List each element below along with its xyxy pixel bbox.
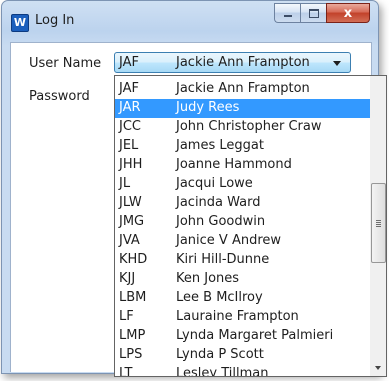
maximize-icon [308,8,319,18]
dropdown-item[interactable]: LBM Lee B McIlroy [115,289,371,308]
scroll-down-icon[interactable] [375,366,381,370]
vertical-scrollbar[interactable] [370,76,386,376]
item-code: JHH [119,157,143,172]
caption-buttons: x [274,3,370,23]
item-name: Lynda Margaret Palmieri [176,328,334,343]
item-name: Jacqui Lowe [176,176,253,191]
username-dropdown-list[interactable]: JAF Jackie Ann Frampton JAR Judy Rees JCC Joh… [114,75,387,377]
dropdown-item[interactable]: JMG John Goodwin [115,213,371,232]
item-name: Joanne Hammond [176,157,292,172]
close-icon: x [343,5,353,21]
password-label: Password [29,89,90,104]
window-title: Log In [35,13,75,28]
item-name: Jackie Ann Frampton [176,81,310,96]
item-name: Lauraine Frampton [176,309,299,324]
dropdown-item[interactable]: JEL James Leggat [115,137,371,156]
item-code: LPS [119,347,143,362]
item-name: John Christopher Craw [176,119,322,134]
dropdown-item[interactable]: JHH Joanne Hammond [115,156,371,175]
item-code: JMG [119,214,145,229]
scrollbar-thumb[interactable] [371,183,386,263]
dropdown-item[interactable]: LPS Lynda P Scott [115,346,371,365]
item-name: Janice V Andrew [176,233,282,248]
minimize-icon [283,15,292,17]
item-code: LF [119,309,134,324]
close-button[interactable]: x [326,3,370,23]
item-code: JCC [119,119,141,134]
maximize-button[interactable] [300,3,326,23]
dropdown-item[interactable]: LT Lesley Tillman [115,365,371,377]
username-label: User Name [29,56,102,71]
item-name: Lee B McIlroy [176,290,263,305]
item-code: JAF [119,81,139,96]
item-code: JVA [119,233,140,248]
item-code: JEL [119,138,139,153]
dropdown-item[interactable]: LMP Lynda Margaret Palmieri [115,327,371,346]
item-name: Kiri Hill-Dunne [176,252,270,267]
item-code: LT [119,366,133,377]
dropdown-item[interactable]: LF Lauraine Frampton [115,308,371,327]
dropdown-item[interactable]: JAF Jackie Ann Frampton [115,80,371,99]
dropdown-item[interactable]: JVA Janice V Andrew [115,232,371,251]
item-code: JLW [119,195,142,210]
item-code: LBM [119,290,147,305]
username-combobox[interactable]: JAF Jackie Ann Frampton [114,52,351,73]
dropdown-item[interactable]: KJJ Ken Jones [115,270,371,289]
dropdown-item[interactable]: JLW Jacinda Ward [115,194,371,213]
item-code: KHD [119,252,148,267]
item-name: James Leggat [176,138,264,153]
item-code: JL [119,176,131,191]
dropdown-items: JAF Jackie Ann Frampton JAR Judy Rees JCC Joh… [115,80,371,377]
dropdown-item[interactable]: JAR Judy Rees [115,99,371,118]
item-code: JAR [119,100,141,115]
item-name: Ken Jones [176,271,240,286]
app-icon: W [11,14,29,32]
item-name: Jacinda Ward [176,195,261,210]
dropdown-item[interactable]: JCC John Christopher Craw [115,118,371,137]
item-name: Lynda P Scott [176,347,264,362]
dropdown-item[interactable]: JL Jacqui Lowe [115,175,371,194]
item-name: John Goodwin [176,214,266,229]
dropdown-arrow-icon[interactable] [333,61,341,66]
dropdown-item[interactable]: KHD Kiri Hill-Dunne [115,251,371,270]
combo-selected-name: Jackie Ann Frampton [176,55,310,70]
item-code: KJJ [119,271,136,286]
item-code: LMP [119,328,146,343]
item-name: Judy Rees [176,100,240,115]
minimize-button[interactable] [274,3,300,23]
item-name: Lesley Tillman [176,366,269,377]
combo-selected-code: JAF [119,55,139,70]
grip-icon [376,219,381,227]
